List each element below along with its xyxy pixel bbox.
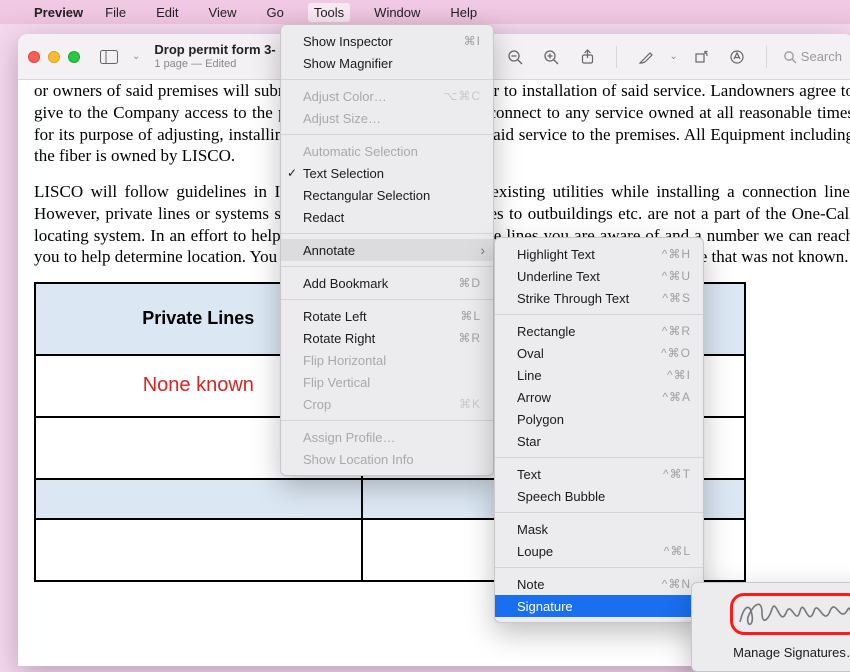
- zoom-in-icon[interactable]: [538, 44, 564, 70]
- chevron-down-icon[interactable]: ⌄: [132, 51, 140, 62]
- menu-show-location-info: Show Location Info: [281, 448, 493, 470]
- menu-signature[interactable]: Signature: [495, 595, 703, 617]
- menu-add-bookmark[interactable]: Add Bookmark⌘D: [281, 272, 493, 294]
- document-title-block: Drop permit form 3- 1 page — Edited: [154, 43, 275, 71]
- menu-loupe[interactable]: Loupe^⌘L: [495, 540, 703, 562]
- table-cell: [35, 479, 362, 519]
- menu-line[interactable]: Line^⌘I: [495, 364, 703, 386]
- menu-crop: Crop⌘K: [281, 393, 493, 415]
- chevron-down-icon[interactable]: ⌄: [669, 51, 677, 62]
- menu-polygon[interactable]: Polygon: [495, 408, 703, 430]
- menu-speech-bubble[interactable]: Speech Bubble: [495, 485, 703, 507]
- menu-text-selection[interactable]: Text Selection: [281, 162, 493, 184]
- menu-note[interactable]: Note^⌘N: [495, 573, 703, 595]
- menu-rotate-left[interactable]: Rotate Left⌘L: [281, 305, 493, 327]
- menu-automatic-selection: Automatic Selection: [281, 140, 493, 162]
- menu-help[interactable]: Help: [444, 3, 483, 22]
- sidebar-toggle-icon[interactable]: [96, 44, 122, 70]
- menu-redact[interactable]: Redact: [281, 206, 493, 228]
- menu-star[interactable]: Star: [495, 430, 703, 452]
- menu-arrow[interactable]: Arrow^⌘A: [495, 386, 703, 408]
- zoom-out-icon[interactable]: [502, 44, 528, 70]
- system-menubar: Preview File Edit View Go Tools Window H…: [0, 0, 850, 24]
- menu-annotate[interactable]: Annotate: [281, 239, 493, 261]
- highlight-icon[interactable]: [633, 44, 659, 70]
- zoom-icon[interactable]: [68, 51, 80, 63]
- menu-window[interactable]: Window: [368, 3, 426, 22]
- menu-rectangle[interactable]: Rectangle^⌘R: [495, 320, 703, 342]
- document-title: Drop permit form 3-: [154, 43, 275, 58]
- document-subtitle: 1 page — Edited: [154, 58, 275, 71]
- minimize-icon[interactable]: [48, 51, 60, 63]
- menu-view[interactable]: View: [203, 3, 243, 22]
- markup-icon[interactable]: [724, 44, 750, 70]
- menu-highlight-text[interactable]: Highlight Text^⌘H: [495, 243, 703, 265]
- menu-adjust-color: Adjust Color…⌥⌘C: [281, 85, 493, 107]
- menu-show-inspector[interactable]: Show Inspector⌘I: [281, 30, 493, 52]
- menu-underline-text[interactable]: Underline Text^⌘U: [495, 265, 703, 287]
- search-box[interactable]: Search: [783, 49, 844, 64]
- menu-oval[interactable]: Oval^⌘O: [495, 342, 703, 364]
- menu-mask[interactable]: Mask: [495, 518, 703, 540]
- close-icon[interactable]: [28, 51, 40, 63]
- menu-strike-through[interactable]: Strike Through Text^⌘S: [495, 287, 703, 309]
- signature-icon: [736, 597, 850, 631]
- search-icon: [783, 50, 797, 64]
- menu-tools[interactable]: Tools: [308, 3, 350, 22]
- menu-text[interactable]: Text^⌘T: [495, 463, 703, 485]
- table-cell: [35, 519, 362, 581]
- menu-file[interactable]: File: [99, 3, 132, 22]
- menu-rotate-right[interactable]: Rotate Right⌘R: [281, 327, 493, 349]
- signature-submenu: Manage Signatures…: [691, 582, 850, 672]
- menu-show-magnifier[interactable]: Show Magnifier: [281, 52, 493, 74]
- signature-preview[interactable]: [730, 593, 850, 635]
- annotate-submenu: Highlight Text^⌘H Underline Text^⌘U Stri…: [494, 237, 704, 623]
- menu-flip-vertical: Flip Vertical: [281, 371, 493, 393]
- menu-flip-horizontal: Flip Horizontal: [281, 349, 493, 371]
- rotate-icon[interactable]: [688, 44, 714, 70]
- menu-assign-profile: Assign Profile…: [281, 426, 493, 448]
- search-placeholder: Search: [801, 49, 842, 64]
- app-name[interactable]: Preview: [34, 5, 83, 20]
- menu-go[interactable]: Go: [260, 3, 289, 22]
- tools-menu: Show Inspector⌘I Show Magnifier Adjust C…: [280, 24, 494, 476]
- share-icon[interactable]: [574, 44, 600, 70]
- menu-rectangular-selection[interactable]: Rectangular Selection: [281, 184, 493, 206]
- menu-adjust-size: Adjust Size…: [281, 107, 493, 129]
- menu-edit[interactable]: Edit: [150, 3, 184, 22]
- traffic-lights: [28, 51, 80, 63]
- menu-manage-signatures[interactable]: Manage Signatures…: [698, 641, 850, 663]
